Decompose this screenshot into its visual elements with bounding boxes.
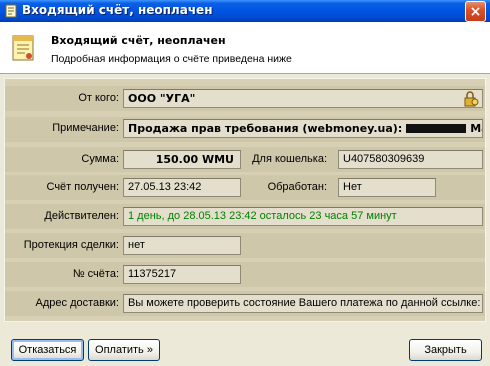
valid-label: Действителен: (44, 210, 119, 222)
close-icon: × (469, 3, 482, 20)
note-label: Примечание: (52, 122, 119, 134)
wallet-field[interactable]: U407580309639 (338, 150, 483, 169)
number-field[interactable]: 11375217 (123, 265, 241, 284)
protection-field[interactable]: нет (123, 236, 241, 255)
received-field[interactable]: 27.05.13 23:42 (123, 178, 241, 197)
note-value-prefix: Продажа прав требования (webmoney.ua): (128, 122, 403, 135)
protection-label: Протекция сделки: (23, 239, 119, 251)
header-title: Входящий счёт, неоплачен (51, 34, 226, 47)
invoice-document-icon (12, 35, 34, 61)
pay-button[interactable]: Оплатить » (88, 339, 160, 361)
valid-field[interactable]: 1 день, до 28.05.13 23:42 осталось 23 ча… (123, 207, 483, 226)
invoice-icon (5, 4, 17, 18)
number-label: № счёта: (72, 268, 119, 280)
header-panel: Входящий счёт, неоплачен Подробная инфор… (0, 22, 490, 74)
note-value-suffix: Максим I (470, 122, 482, 135)
close-window-button[interactable]: × (465, 1, 486, 22)
redacted-block (406, 124, 467, 133)
refuse-button[interactable]: Отказаться (11, 339, 84, 361)
from-label: От кого: (78, 92, 119, 104)
received-label: Счёт получен: (46, 181, 120, 193)
from-value: ООО "УГА" (128, 92, 196, 105)
lock-icon[interactable] (463, 91, 479, 107)
from-field[interactable]: ООО "УГА" (123, 89, 483, 108)
amount-label: Сумма: (81, 153, 119, 165)
processed-field[interactable]: Нет (338, 178, 436, 197)
title-bar[interactable]: Входящий счёт, неоплачен × (0, 0, 490, 22)
header-subtitle: Подробная информация о счёте приведена н… (51, 53, 292, 65)
amount-field[interactable]: 150.00 WMU (123, 150, 241, 169)
processed-label: Обработан: (267, 181, 327, 193)
wallet-label: Для кошелька: (252, 153, 327, 165)
window-title: Входящий счёт, неоплачен (22, 3, 213, 17)
address-label: Адрес доставки: (35, 297, 119, 309)
invoice-details-panel: От кого: ООО "УГА" Примечание: Продажа п… (4, 78, 486, 322)
address-field[interactable]: Вы можете проверить состояние Вашего пла… (123, 294, 483, 313)
note-field[interactable]: Продажа прав требования (webmoney.ua): Ма… (123, 119, 483, 138)
close-button[interactable]: Закрыть (409, 339, 482, 361)
